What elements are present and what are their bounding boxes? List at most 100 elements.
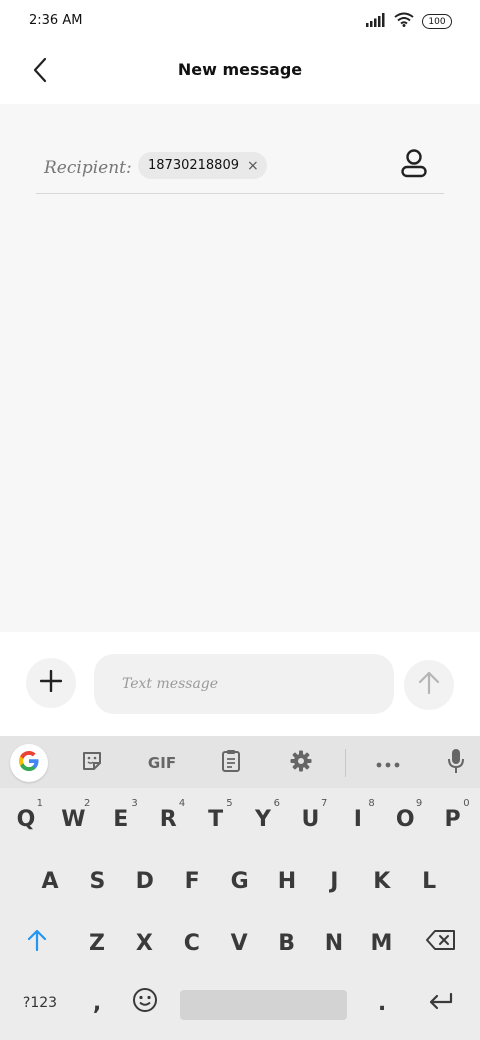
status-icons: 100 — [366, 12, 452, 31]
key-s[interactable]: S — [74, 854, 120, 908]
status-bar: 2:36 AM 100 — [0, 0, 480, 42]
key-b[interactable]: B — [264, 916, 310, 970]
key-label: E — [113, 806, 129, 832]
key-hint-digit: 3 — [131, 798, 138, 809]
key-label: K — [373, 868, 391, 894]
signal-icon — [366, 12, 386, 31]
key-w[interactable]: W2 — [50, 792, 96, 846]
key-j[interactable]: J — [311, 854, 357, 908]
key-u[interactable]: U7 — [287, 792, 333, 846]
enter-key[interactable] — [418, 976, 464, 1030]
google-search-button[interactable] — [10, 744, 48, 782]
message-input[interactable] — [94, 654, 394, 714]
key-m[interactable]: M — [358, 916, 404, 970]
page-title: New message — [177, 60, 303, 79]
backspace-icon — [426, 930, 456, 956]
period-key[interactable]: . — [359, 976, 405, 1030]
recipient-label: Recipient: — [44, 158, 132, 178]
gif-button[interactable]: GIF — [142, 745, 182, 781]
contact-picker-button[interactable] — [398, 148, 430, 182]
clipboard-button[interactable] — [213, 745, 249, 781]
key-label: T — [208, 806, 224, 832]
backspace-key[interactable] — [418, 916, 464, 970]
key-label: G — [230, 868, 249, 894]
key-hint-digit: 9 — [415, 798, 423, 809]
gear-icon — [289, 749, 313, 777]
comma-key[interactable]: , — [74, 976, 120, 1030]
key-n[interactable]: N — [311, 916, 357, 970]
shift-arrow-icon — [27, 929, 47, 957]
message-area: Recipient: 18730218809 × — [0, 104, 480, 632]
emoji-icon — [132, 987, 158, 1019]
google-g-icon — [17, 749, 41, 777]
key-o[interactable]: O9 — [382, 792, 428, 846]
microphone-icon — [447, 748, 465, 778]
key-label: U — [301, 806, 320, 832]
person-icon — [400, 148, 428, 182]
key-label: Z — [89, 930, 105, 956]
key-e[interactable]: E3 — [98, 792, 144, 846]
recipient-row: Recipient: 18730218809 × — [36, 146, 444, 194]
sticker-button[interactable] — [74, 745, 110, 781]
symbols-key[interactable]: ?123 — [14, 976, 66, 1030]
key-l[interactable]: L — [406, 854, 452, 908]
key-label: Y — [255, 806, 271, 832]
key-label: R — [159, 806, 177, 832]
key-label: S — [89, 868, 106, 894]
key-hint-digit: 2 — [84, 798, 91, 809]
key-label: F — [184, 868, 200, 894]
space-key[interactable] — [180, 990, 347, 1020]
send-button[interactable] — [404, 660, 454, 710]
key-r[interactable]: R4 — [145, 792, 191, 846]
app-header: New message — [0, 42, 480, 104]
key-a[interactable]: A — [27, 854, 73, 908]
key-t[interactable]: T5 — [193, 792, 239, 846]
key-label: X — [135, 930, 153, 956]
key-hint-digit: 1 — [36, 798, 43, 809]
key-label: L — [422, 868, 437, 894]
more-button[interactable] — [370, 745, 406, 781]
toolbar-divider — [345, 749, 346, 777]
key-z[interactable]: Z — [74, 916, 120, 970]
plus-icon — [39, 669, 63, 696]
key-hint-digit: 7 — [321, 798, 328, 809]
key-hint-digit: 5 — [226, 798, 233, 809]
status-time: 2:36 AM — [29, 13, 83, 28]
key-d[interactable]: D — [122, 854, 168, 908]
key-label: B — [278, 930, 295, 956]
key-label: V — [230, 930, 248, 956]
voice-input-button[interactable] — [438, 745, 474, 781]
key-g[interactable]: G — [217, 854, 263, 908]
key-i[interactable]: I8 — [335, 792, 381, 846]
emoji-key[interactable] — [122, 976, 168, 1030]
keyboard-toolbar: GIF — [0, 736, 480, 788]
key-label: H — [277, 868, 297, 894]
key-k[interactable]: K — [359, 854, 405, 908]
key-c[interactable]: C — [169, 916, 215, 970]
wifi-icon — [394, 12, 414, 31]
key-hint-digit: 8 — [368, 798, 375, 809]
compose-bar — [0, 632, 480, 736]
shift-key[interactable] — [14, 916, 60, 970]
chip-remove-icon[interactable]: × — [247, 158, 259, 174]
recipient-chip-value: 18730218809 — [148, 158, 239, 173]
key-label: A — [41, 868, 59, 894]
key-label: P — [444, 806, 461, 832]
key-label: I — [353, 806, 362, 832]
key-f[interactable]: F — [169, 854, 215, 908]
settings-button[interactable] — [283, 745, 319, 781]
key-label: Q — [16, 806, 36, 832]
more-horizontal-icon — [376, 754, 400, 772]
key-y[interactable]: Y6 — [240, 792, 286, 846]
key-hint-digit: 0 — [463, 798, 470, 809]
key-hint-digit: 6 — [273, 798, 280, 809]
key-label: C — [183, 930, 200, 956]
key-x[interactable]: X — [121, 916, 167, 970]
keyboard: G I F Q 1 W 2 E 3 R 4 T 5 Y 6 U 7 I 8 O 9 … — [0, 736, 480, 1040]
key-h[interactable]: H — [264, 854, 310, 908]
key-q[interactable]: Q1 — [3, 792, 49, 846]
key-p[interactable]: P0 — [430, 792, 476, 846]
key-v[interactable]: V — [216, 916, 262, 970]
add-attachment-button[interactable] — [26, 658, 76, 708]
recipient-chip[interactable]: 18730218809 × — [138, 152, 267, 179]
